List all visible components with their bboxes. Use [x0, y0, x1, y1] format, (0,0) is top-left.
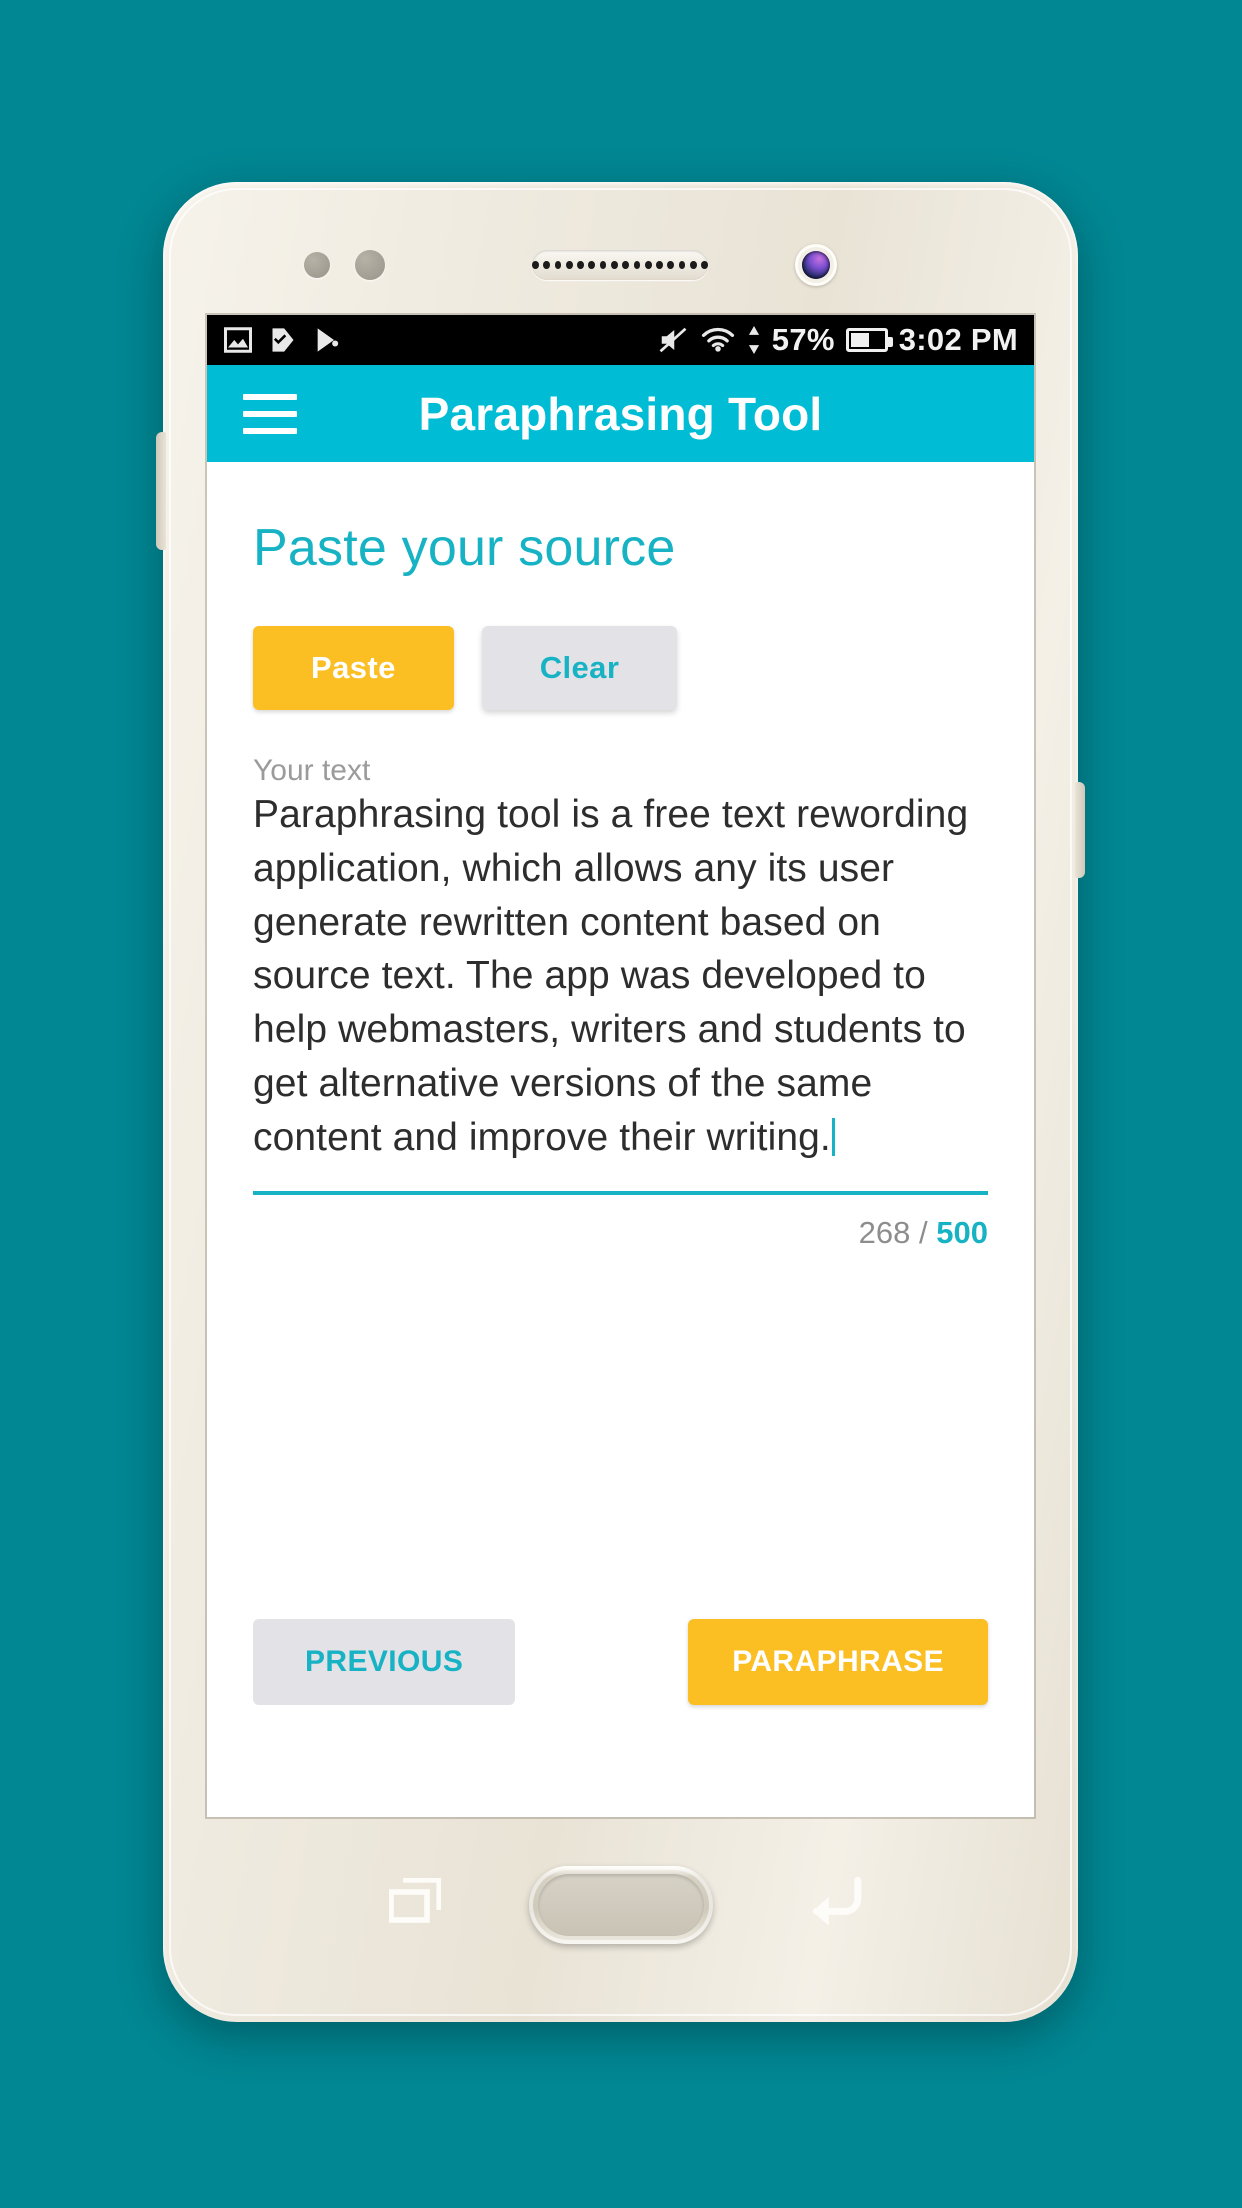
- textarea-row[interactable]: Paraphrasing tool is a free text rewordi…: [253, 788, 988, 1165]
- status-bar-clock: 3:02 PM: [898, 322, 1018, 357]
- recents-icon[interactable]: [389, 1878, 441, 1924]
- source-action-row: Paste Clear: [253, 626, 988, 710]
- home-button[interactable]: [528, 1866, 713, 1944]
- paraphrase-button[interactable]: PARAPHRASE: [688, 1619, 988, 1705]
- front-camera: [795, 244, 837, 286]
- battery-percent-label: 57%: [771, 322, 835, 357]
- main-content: Paste your source Paste Clear Your text …: [207, 518, 1034, 1817]
- mute-icon: [659, 327, 687, 353]
- previous-button[interactable]: PREVIOUS: [253, 1619, 516, 1705]
- status-bar-notification-icons: [223, 326, 341, 354]
- hamburger-menu-icon[interactable]: [243, 393, 297, 434]
- clear-button[interactable]: Clear: [481, 626, 678, 710]
- wifi-icon: [701, 327, 734, 353]
- battery-level-fill: [850, 333, 869, 347]
- character-max: 500: [936, 1214, 988, 1250]
- textarea-value[interactable]: Paraphrasing tool is a free text rewordi…: [253, 793, 979, 1159]
- battery-icon: [845, 328, 893, 352]
- phone-device: 57% 3:02 PM Paraphrasing Tool Paste your…: [156, 182, 1085, 2022]
- source-textfield[interactable]: Your text Paraphrasing tool is a free te…: [253, 754, 988, 1251]
- app-bar-title: Paraphrasing Tool: [418, 387, 823, 440]
- status-bar-system-icons: 57% 3:02 PM: [657, 322, 1018, 358]
- page-title: Paste your source: [253, 519, 676, 577]
- power-button[interactable]: [1075, 782, 1085, 878]
- earpiece-speaker: [532, 250, 708, 280]
- back-icon[interactable]: [804, 1876, 866, 1926]
- text-cursor: [831, 1117, 835, 1156]
- proximity-sensor-icon: [304, 252, 330, 278]
- play-store-icon: [317, 328, 339, 352]
- character-counter-separator: /: [919, 1214, 928, 1250]
- character-counter: 268 / 500: [253, 1215, 988, 1251]
- paste-button[interactable]: Paste: [253, 626, 454, 710]
- photos-icon: [224, 327, 252, 353]
- app-bar: Paraphrasing Tool: [207, 365, 1034, 462]
- volume-button[interactable]: [156, 432, 166, 550]
- camera-lens-icon: [802, 251, 830, 279]
- status-bar: 57% 3:02 PM: [207, 315, 1034, 365]
- character-count: 268: [858, 1214, 911, 1250]
- navigation-button-row: PREVIOUS PARAPHRASE: [253, 1619, 988, 1705]
- textfield-underline: [253, 1190, 988, 1195]
- phone-screen: 57% 3:02 PM Paraphrasing Tool Paste your…: [207, 315, 1034, 1817]
- task-check-icon: [272, 328, 294, 352]
- data-transfer-icon: [748, 326, 759, 354]
- light-sensor-icon: [355, 250, 385, 280]
- textfield-label: Your text: [253, 754, 371, 787]
